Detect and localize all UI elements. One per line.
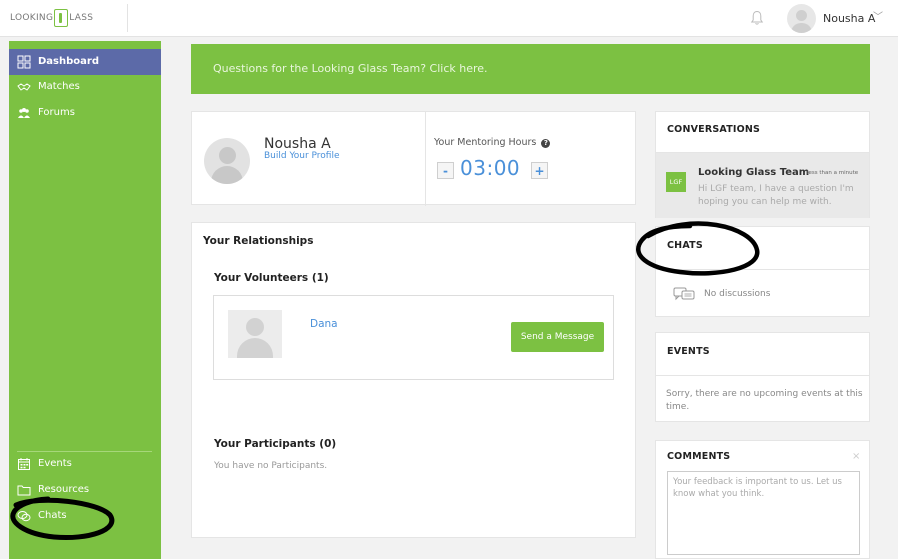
sidebar-item-label: Forums (38, 107, 75, 118)
calendar-icon (18, 458, 30, 470)
mentoring-hours-label-text: Your Mentoring Hours (434, 137, 537, 148)
build-profile-link[interactable]: Build Your Profile (264, 151, 340, 161)
participants-empty-text: You have no Participants. (214, 461, 328, 471)
close-icon[interactable]: × (852, 451, 860, 462)
sidebar-item-matches[interactable]: Matches (9, 74, 161, 100)
comments-title: COMMENTS (667, 451, 731, 462)
chat-icon (673, 287, 695, 301)
mentoring-hours-label: Your Mentoring Hours ? (434, 137, 551, 148)
sidebar-item-label: Chats (38, 510, 67, 521)
profile-divider (425, 112, 426, 206)
glass-icon (54, 9, 69, 27)
participants-title: Your Participants (0) (214, 438, 337, 450)
profile-avatar (204, 138, 250, 184)
conversations-title: CONVERSATIONS (667, 124, 761, 135)
conversation-name: Looking Glass Team (698, 167, 810, 178)
logo-text-right: LASS (69, 13, 94, 23)
volunteer-name[interactable]: Dana (310, 318, 338, 330)
sidebar-item-label: Resources (38, 484, 90, 495)
sidebar-item-label: Matches (38, 81, 80, 92)
no-events-text: Sorry, there are no upcoming events at t… (666, 389, 863, 412)
sidebar-item-label: Dashboard (38, 56, 99, 67)
chevron-down-icon[interactable]: ﹀ (873, 8, 883, 23)
top-bar: LOOKING LASS Nousha A ﹀ (0, 0, 898, 37)
user-avatar[interactable] (787, 4, 816, 33)
conversation-preview: Hi LGF team, I have a question I'm hopin… (698, 184, 854, 207)
volunteers-title: Your Volunteers (1) (214, 272, 329, 284)
bell-icon[interactable] (750, 10, 764, 26)
volunteer-avatar (228, 310, 282, 358)
looking-glass-logo[interactable]: LOOKING LASS (10, 9, 93, 27)
user-menu-name[interactable]: Nousha A (823, 12, 875, 25)
sidebar-item-events[interactable]: Events (9, 451, 161, 477)
lgf-badge: LGF (666, 172, 686, 192)
comments-panel: COMMENTS × (655, 440, 870, 559)
increase-hours-button[interactable]: + (531, 162, 548, 179)
comments-textarea[interactable] (667, 471, 860, 555)
volunteer-card: Dana Send a Message (213, 295, 614, 380)
conversations-panel: CONVERSATIONS LGF Looking Glass Team les… (655, 111, 870, 218)
sidebar-item-resources[interactable]: Resources (9, 477, 161, 503)
people-group-icon (18, 108, 30, 118)
profile-name: Nousha A (264, 136, 331, 152)
events-panel: EVENTS Sorry, there are no upcoming even… (655, 332, 870, 422)
chats-title: CHATS (667, 240, 703, 251)
decrease-hours-button[interactable]: - (437, 162, 454, 179)
chats-panel: CHATS No discussions (655, 226, 870, 317)
sidebar: Dashboard Matches Forums Events Resource… (9, 41, 161, 559)
handshake-icon (17, 83, 31, 91)
chats-divider (656, 269, 869, 270)
events-divider (656, 375, 869, 376)
question-circle-icon[interactable]: ? (541, 139, 551, 148)
dashboard-grid-icon (17, 55, 31, 69)
logo-text-left: LOOKING (10, 13, 54, 23)
no-discussions-text: No discussions (704, 289, 771, 299)
sidebar-item-dashboard[interactable]: Dashboard (9, 49, 161, 75)
header-divider (127, 4, 128, 32)
mentoring-hours-value: 03:00 (460, 156, 521, 180)
folder-icon (17, 485, 31, 496)
sidebar-item-forums[interactable]: Forums (9, 100, 161, 126)
relationships-card: Your Relationships Your Volunteers (1) D… (191, 222, 636, 538)
profile-card: Nousha A Build Your Profile Your Mentori… (191, 111, 636, 206)
help-banner[interactable]: Questions for the Looking Glass Team? Cl… (191, 44, 870, 94)
events-title: EVENTS (667, 346, 710, 357)
relationships-title: Your Relationships (203, 235, 314, 247)
conversation-item[interactable]: LGF Looking Glass Team less than a minut… (656, 153, 869, 218)
sidebar-item-chats[interactable]: Chats (9, 503, 161, 529)
sidebar-item-label: Events (38, 458, 72, 469)
conversation-time: less than a minute (807, 170, 859, 176)
send-message-button[interactable]: Send a Message (511, 322, 604, 352)
chat-bubbles-icon (17, 511, 31, 522)
